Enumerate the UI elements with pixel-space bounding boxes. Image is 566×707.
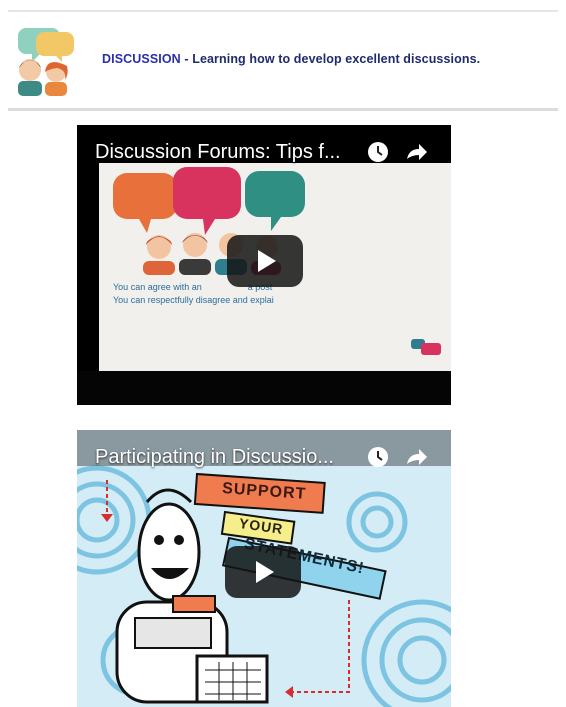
play-button[interactable] [225,546,301,598]
clock-icon[interactable] [365,444,391,470]
header-keyword: DISCUSSION [102,52,181,66]
channel-logo [411,335,441,357]
discussion-header: DISCUSSION - Learning how to develop exc… [8,10,558,111]
clock-icon[interactable] [365,139,391,165]
header-description: - Learning how to develop excellent disc… [180,52,481,66]
overlay-line-2: You can respectfully disagree and explai [113,295,274,305]
discussion-logo-icon [18,28,74,96]
share-icon[interactable] [403,444,429,470]
video-title[interactable]: Participating in Discussio... [95,446,334,469]
video-bottom-bar [77,371,451,405]
share-icon[interactable] [403,139,429,165]
play-button[interactable] [227,235,303,287]
video-player-participating-in-discussion[interactable]: SUPPORT YOUR STATEMENTS! Participating i… [77,430,451,707]
video-player-discussion-forums[interactable]: You can agree with an a post You can resp… [77,125,451,405]
video-title[interactable]: Discussion Forums: Tips f... [95,141,341,164]
header-title: DISCUSSION - Learning how to develop exc… [102,52,480,66]
